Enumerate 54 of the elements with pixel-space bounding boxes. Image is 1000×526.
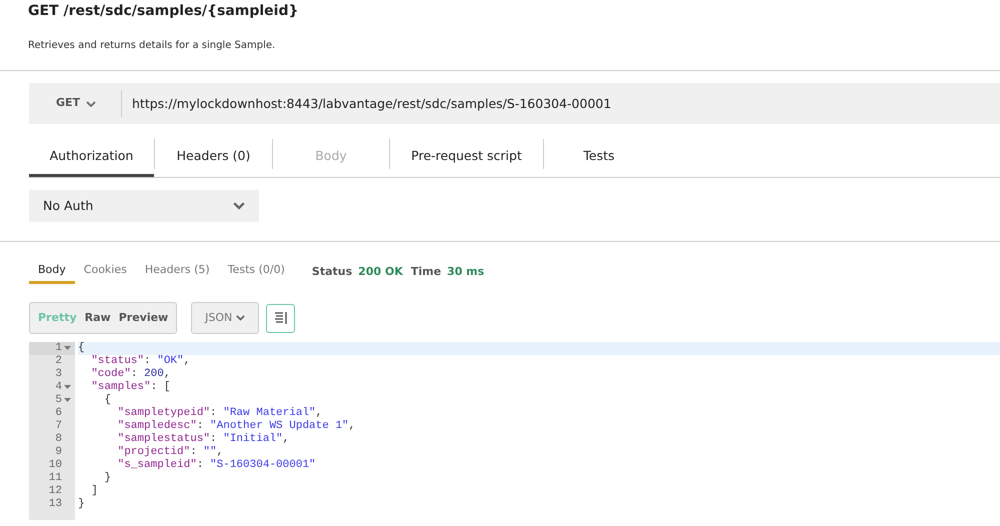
- request-tab[interactable]: Headers (0): [155, 139, 272, 177]
- response-tab[interactable]: Headers (5): [136, 260, 219, 284]
- line-number: 1: [55, 342, 62, 355]
- code-line: "samplestatus": "Initial",: [116, 433, 290, 445]
- view-mode-button[interactable]: Raw: [80, 310, 115, 326]
- line-number: 4: [55, 381, 62, 394]
- request-tab[interactable]: Tests: [544, 139, 654, 177]
- line-number: 8: [55, 433, 62, 446]
- meta-value: 200 OK: [358, 264, 403, 280]
- chevron-down-icon: [236, 315, 246, 321]
- chevron-down-icon: [86, 100, 96, 106]
- response-tab[interactable]: Cookies: [74, 260, 136, 284]
- request-tab[interactable]: Pre-request script: [390, 139, 543, 177]
- code-line: }: [78, 498, 85, 510]
- line-number: 11: [48, 472, 62, 485]
- code-line: {: [103, 394, 112, 406]
- wrap-lines-button[interactable]: [266, 304, 296, 332]
- request-tab[interactable]: Authorization: [29, 139, 154, 177]
- line-number: 6: [55, 407, 62, 420]
- url-field[interactable]: https://mylockdownhost:8443/labvantage/rest/sdc/samples/S-160304-00001: [122, 83, 1000, 124]
- view-mode-button[interactable]: Preview: [114, 310, 172, 326]
- code-line: "samples": [: [90, 381, 170, 393]
- meta-label: Status: [312, 264, 352, 280]
- response-tab[interactable]: Tests (0/0): [218, 260, 294, 284]
- line-number: 5: [55, 394, 62, 407]
- code-line: "projectid": "",: [116, 446, 224, 458]
- method-dropdown[interactable]: GET: [29, 83, 121, 124]
- meta-label: Time: [410, 264, 442, 280]
- auth-type-dropdown[interactable]: No Auth: [29, 190, 259, 222]
- code-line: {: [78, 342, 85, 354]
- code-line: "status": "OK",: [90, 355, 190, 367]
- fold-arrow-icon[interactable]: [64, 384, 71, 390]
- line-number: 9: [55, 446, 62, 459]
- line-number: 3: [55, 368, 62, 381]
- code-line: ]: [90, 485, 98, 497]
- response-tab[interactable]: Body: [29, 260, 75, 284]
- endpoint-title: GET /rest/sdc/samples/{sampleid}: [28, 2, 300, 20]
- line-number: 10: [48, 459, 62, 472]
- chevron-down-icon: [233, 202, 245, 210]
- code-line: "code": 200,: [90, 368, 170, 380]
- format-dropdown[interactable]: JSON: [191, 302, 260, 334]
- line-number: 2: [55, 355, 62, 368]
- line-number: 12: [48, 485, 62, 498]
- endpoint-description: Retrieves and returns details for a single Sample.: [28, 39, 276, 53]
- code-line: "sampledesc": "Another WS Update 1",: [116, 420, 356, 432]
- fold-arrow-icon[interactable]: [64, 346, 71, 350]
- wrap-lines-icon: [274, 311, 288, 325]
- meta-value: 30 ms: [447, 264, 484, 280]
- code-line: "s_sampleid": "S-160304-00001": [116, 459, 316, 471]
- code-line: }: [103, 472, 112, 484]
- line-number: 13: [48, 498, 62, 511]
- code-line: "sampletypeid": "Raw Material",: [116, 407, 322, 419]
- line-number: 7: [55, 420, 62, 433]
- fold-arrow-icon[interactable]: [64, 398, 71, 402]
